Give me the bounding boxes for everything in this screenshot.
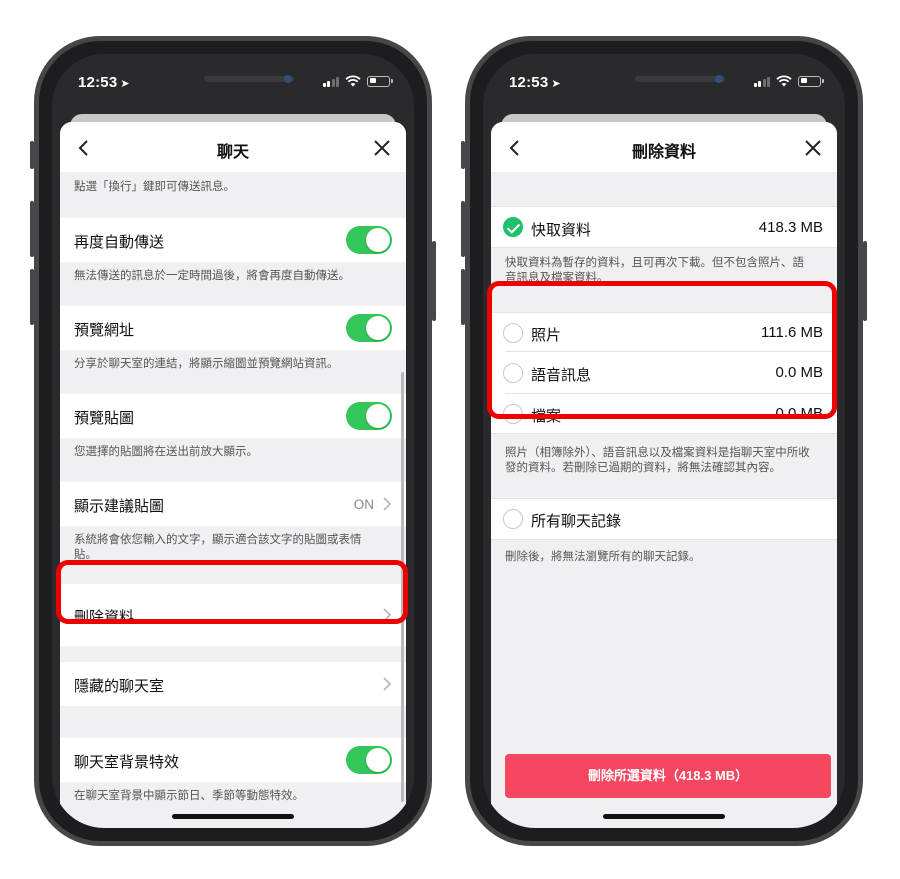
preview-url-label: 預覽網址: [74, 322, 135, 339]
page-title: 聊天: [216, 144, 249, 161]
bg-effect-toggle[interactable]: [346, 746, 392, 774]
chat-settings-sheet: 聊天 點選「換行」鍵即可傳送訊息。 再度自動傳送 無法傳送的訊息於一定時間過後，…: [60, 122, 406, 828]
preview-sticker-row: 預覽貼圖: [60, 394, 406, 438]
all-chats-row[interactable]: 所有聊天記錄: [491, 498, 837, 540]
preview-sticker-label: 預覽貼圖: [74, 410, 135, 427]
location-arrow-icon: ➤: [551, 78, 561, 90]
close-icon[interactable]: [372, 138, 392, 158]
preview-sticker-toggle[interactable]: [346, 402, 392, 430]
cache-checkbox[interactable]: [503, 217, 523, 237]
silent-switch: [30, 141, 34, 169]
chevron-right-icon: [383, 677, 392, 691]
options-desc: 照片（相簿除外）、語音訊息以及檔案資料是指聊天室中所收發的資料。若刪除已過期的資…: [505, 447, 810, 474]
preview-url-toggle[interactable]: [346, 314, 392, 342]
page-title: 刪除資料: [631, 144, 696, 161]
delete-selected-button[interactable]: 刪除所選資料（418.3 MB）: [505, 754, 831, 798]
highlight-box-options: [487, 281, 837, 419]
screen-right: 12:53 ➤ 刪除資料 快取資料 418.3 MB 快取資料為暫存的資料，且可再…: [483, 54, 845, 828]
speaker-grille: [635, 76, 725, 82]
hidden-chats-row[interactable]: 隱藏的聊天室: [60, 662, 406, 706]
send-hint-desc: 點選「換行」鍵即可傳送訊息。: [74, 181, 235, 193]
suggest-sticker-value: ON: [353, 497, 374, 512]
battery-icon: [367, 75, 393, 87]
volume-up-button: [461, 201, 465, 257]
silent-switch: [461, 141, 465, 169]
power-button: [432, 241, 436, 321]
all-chats-label: 所有聊天記錄: [531, 513, 622, 530]
suggest-sticker-desc: 系統將會依您輸入的文字，顯示適合該文字的貼圖或表情貼。: [74, 534, 362, 561]
location-arrow-icon: ➤: [120, 78, 130, 90]
status-time: 12:53 ➤: [78, 74, 130, 91]
wifi-icon: [345, 75, 361, 87]
highlight-box-delete-data: [56, 560, 408, 624]
resend-label: 再度自動傳送: [74, 234, 165, 251]
screen-left: 12:53 ➤ 聊天 點選「換行」鍵即可傳送訊息。 再度自動傳送 無法傳送的訊息於…: [52, 54, 414, 828]
resend-desc: 無法傳送的訊息於一定時間過後，將會再度自動傳送。: [74, 270, 350, 282]
front-camera: [715, 75, 723, 83]
preview-url-row: 預覽網址: [60, 306, 406, 350]
resend-row: 再度自動傳送: [60, 218, 406, 262]
phone-frame-right: 12:53 ➤ 刪除資料 快取資料 418.3 MB 快取資料為暫存的資料，且可再…: [461, 36, 867, 846]
resend-toggle[interactable]: [346, 226, 392, 254]
home-indicator: [172, 814, 294, 819]
wifi-icon: [776, 75, 792, 87]
bg-effect-label: 聊天室背景特效: [74, 754, 180, 771]
all-chats-desc: 刪除後，將無法瀏覽所有的聊天記錄。: [505, 551, 701, 563]
close-icon[interactable]: [803, 138, 823, 158]
cellular-signal-icon: [753, 76, 770, 87]
suggest-sticker-row[interactable]: 顯示建議貼圖 ON: [60, 482, 406, 526]
volume-up-button: [30, 201, 34, 257]
cache-size: 418.3 MB: [758, 219, 823, 236]
delete-data-sheet: 刪除資料 快取資料 418.3 MB 快取資料為暫存的資料，且可再次下載。但不包…: [491, 122, 837, 828]
phone-frame-left: 12:53 ➤ 聊天 點選「換行」鍵即可傳送訊息。 再度自動傳送 無法傳送的訊息於…: [30, 36, 436, 846]
volume-down-button: [461, 269, 465, 325]
bg-effect-row: 聊天室背景特效: [60, 738, 406, 782]
front-camera: [284, 75, 292, 83]
cache-label: 快取資料: [531, 222, 592, 239]
speaker-grille: [204, 76, 294, 82]
battery-icon: [798, 75, 824, 87]
power-button: [863, 241, 867, 321]
bg-effect-desc: 在聊天室背景中顯示節日、季節等動態特效。: [74, 790, 304, 802]
volume-down-button: [30, 269, 34, 325]
nav-bar: 刪除資料: [491, 122, 837, 172]
cache-row[interactable]: 快取資料 418.3 MB: [491, 206, 837, 248]
status-time: 12:53 ➤: [509, 74, 561, 91]
chevron-right-icon: [383, 497, 392, 511]
nav-bar: 聊天: [60, 122, 406, 172]
preview-url-desc: 分享於聊天室的連結，將顯示縮圖並預覽網站資訊。: [74, 358, 339, 370]
preview-sticker-desc: 您選擇的貼圖將在送出前放大顯示。: [74, 446, 258, 458]
suggest-sticker-label: 顯示建議貼圖: [74, 498, 165, 515]
cellular-signal-icon: [322, 76, 339, 87]
home-indicator: [603, 814, 725, 819]
hidden-chats-label: 隱藏的聊天室: [74, 678, 165, 695]
all-chats-radio[interactable]: [503, 509, 523, 529]
